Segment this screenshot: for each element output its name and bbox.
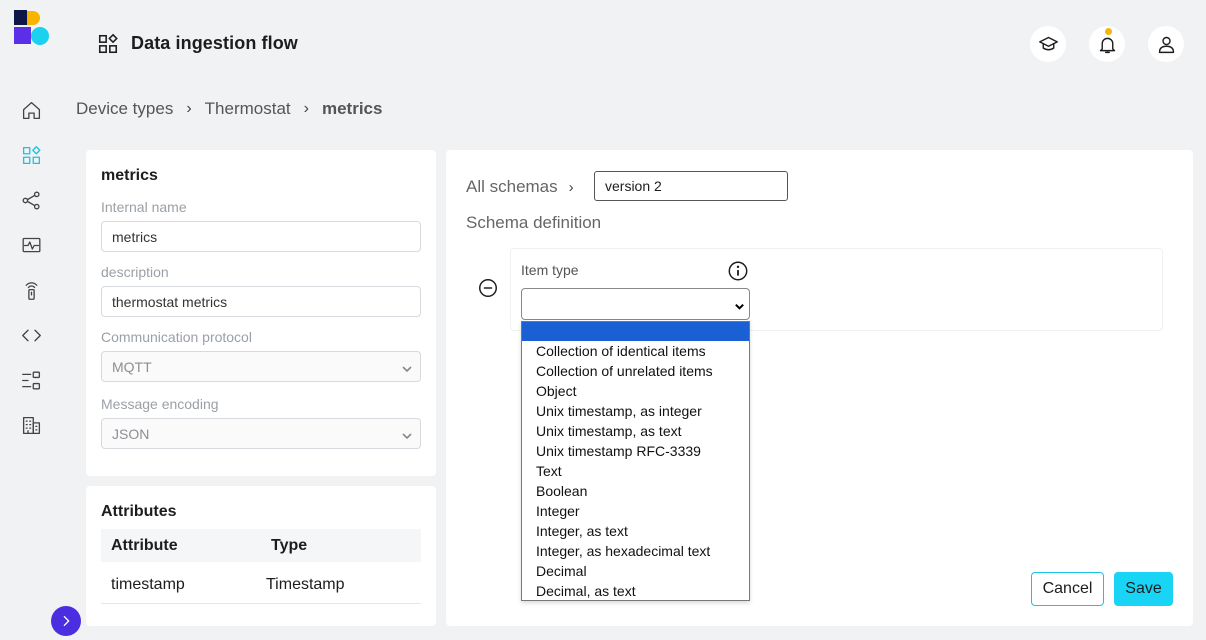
breadcrumb-current: metrics (321, 99, 383, 118)
breadcrumb-device-types[interactable]: Device types (76, 99, 173, 119)
description-label: description (101, 264, 169, 280)
column-type: Type (271, 536, 308, 554)
chevron-down-icon (734, 299, 745, 310)
bell-icon (1099, 37, 1115, 53)
dropdown-option[interactable]: Integer (522, 501, 749, 521)
learning-button[interactable] (1030, 26, 1066, 62)
remove-item-icon[interactable] (477, 277, 499, 299)
details-title: metrics (101, 167, 158, 184)
table-row[interactable]: timestamp Timestamp (101, 566, 421, 604)
cancel-button[interactable]: Cancel (1031, 572, 1104, 606)
attribute-type: Timestamp (266, 575, 345, 593)
schema-breadcrumb: All schemas › (466, 177, 585, 197)
dropdown-option[interactable]: Unix timestamp RFC-3339 (522, 441, 749, 461)
schema-item: Item type (510, 248, 1163, 331)
protocol-value: MQTT (112, 358, 152, 375)
user-icon (1158, 36, 1174, 53)
schema-definition-label: Schema definition (466, 213, 602, 232)
dropdown-option[interactable]: Collection of identical items (522, 341, 749, 361)
item-type-label: Item type (521, 262, 579, 278)
details-card: metrics Internal name metrics descriptio… (86, 150, 436, 476)
attributes-card: Attributes Attribute Type timestamp Time… (86, 486, 436, 626)
profile-button[interactable] (1148, 26, 1184, 62)
all-schemas-link[interactable]: All schemas (466, 177, 558, 197)
graduation-cap-icon (1038, 36, 1058, 50)
app-logo[interactable] (14, 10, 50, 46)
protocol-select: MQTT (101, 351, 421, 382)
dropdown-option-empty[interactable] (522, 322, 749, 341)
building-icon[interactable] (20, 414, 42, 436)
notifications-button[interactable] (1089, 26, 1125, 62)
attributes-title: Attributes (101, 503, 177, 520)
save-button[interactable]: Save (1114, 572, 1173, 606)
chevron-down-icon (402, 361, 412, 373)
breadcrumb-thermostat[interactable]: Thermostat (205, 99, 291, 119)
dropdown-option[interactable]: Text (522, 461, 749, 481)
version-name-input[interactable]: version 2 (594, 171, 788, 201)
widgets-icon[interactable] (20, 144, 42, 166)
dropdown-option[interactable]: Collection of unrelated items (522, 361, 749, 381)
breadcrumb: Device types › Thermostat › metrics (76, 99, 382, 119)
description-field[interactable]: thermostat metrics (101, 286, 421, 317)
notification-dot (1105, 28, 1112, 35)
internal-name-field[interactable]: metrics (101, 221, 421, 252)
dropdown-option[interactable]: Boolean (522, 481, 749, 501)
dropdown-option[interactable]: Object (522, 381, 749, 401)
attribute-name: timestamp (111, 575, 185, 593)
protocol-label: Communication protocol (101, 329, 252, 345)
dropdown-option[interactable]: Unix timestamp, as text (522, 421, 749, 441)
home-icon[interactable] (20, 99, 42, 121)
breadcrumb-separator: › (186, 100, 192, 117)
share-icon[interactable] (20, 189, 42, 211)
info-icon[interactable] (727, 260, 749, 282)
device-signal-icon[interactable] (20, 279, 42, 301)
encoding-select: JSON (101, 418, 421, 449)
chevron-down-icon (402, 428, 412, 440)
dropdown-option[interactable]: Unix timestamp, as integer (522, 401, 749, 421)
encoding-value: JSON (112, 425, 150, 442)
chevron-right-icon (63, 615, 70, 627)
encoding-label: Message encoding (101, 396, 219, 412)
dropdown-option[interactable]: Integer, as text (522, 521, 749, 541)
widgets-icon (97, 33, 119, 55)
code-icon[interactable] (20, 324, 42, 346)
attributes-table-header: Attribute Type (101, 529, 421, 562)
dropdown-option[interactable]: Integer, as hexadecimal text (522, 541, 749, 561)
breadcrumb-separator: › (568, 178, 574, 196)
rules-icon[interactable] (20, 369, 42, 391)
dropdown-option[interactable]: Decimal (522, 561, 749, 581)
breadcrumb-separator: › (303, 100, 309, 117)
item-type-select[interactable] (521, 288, 750, 320)
dropdown-option[interactable]: Decimal, as text (522, 581, 749, 600)
item-type-dropdown: Collection of identical items Collection… (521, 321, 750, 601)
monitor-icon[interactable] (20, 234, 42, 256)
expand-sidebar-button[interactable] (51, 606, 81, 636)
internal-name-label: Internal name (101, 199, 187, 215)
column-attribute: Attribute (111, 536, 178, 554)
page-title: Data ingestion flow (131, 33, 298, 53)
